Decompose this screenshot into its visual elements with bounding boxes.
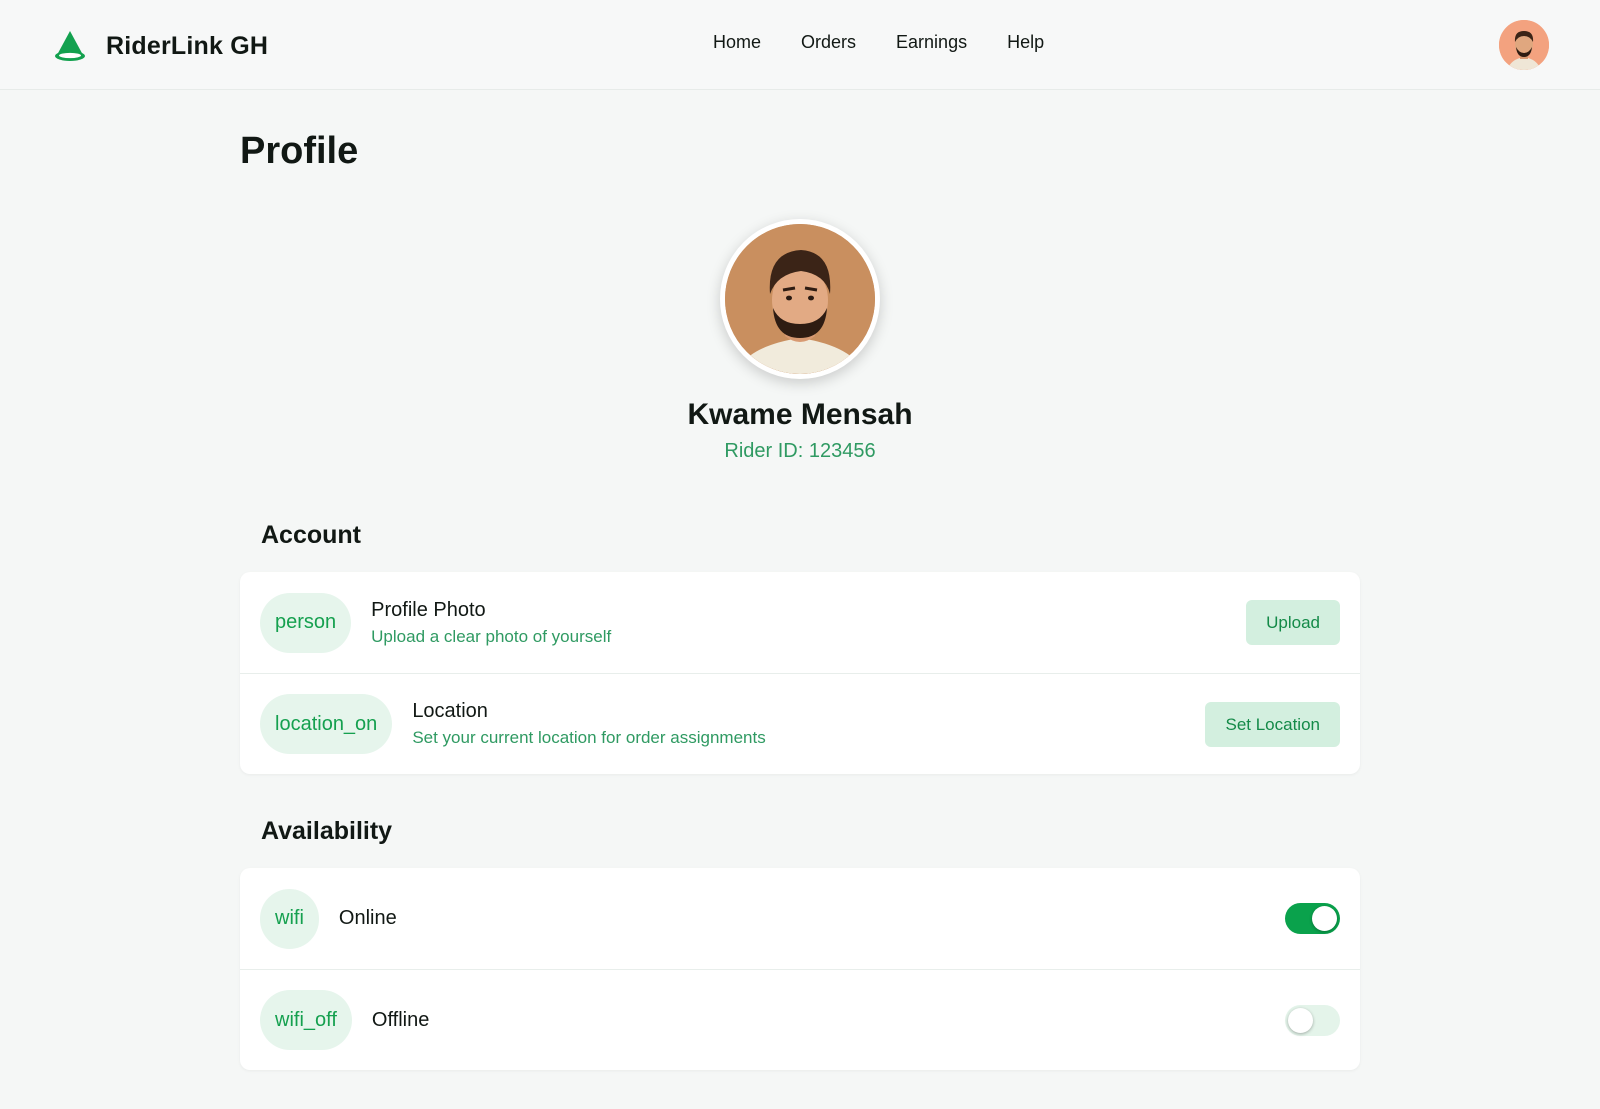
profile-name: Kwame Mensah	[687, 398, 913, 431]
brand[interactable]: RiderLink GH	[52, 26, 268, 66]
avatar-illustration	[1499, 20, 1549, 70]
online-toggle[interactable]	[1285, 903, 1340, 934]
online-row: wifi Online	[240, 868, 1360, 969]
location-row: location_on Location Set your current lo…	[240, 673, 1360, 774]
toggle-knob	[1288, 1008, 1313, 1033]
nav-home[interactable]: Home	[713, 32, 761, 53]
profile-photo	[720, 219, 880, 379]
row-title: Location	[412, 700, 488, 722]
app-name: RiderLink GH	[106, 31, 269, 60]
row-label: Offline	[371, 1008, 430, 1031]
cone-logo-icon	[55, 31, 85, 61]
row-title: Profile Photo	[371, 598, 486, 621]
page-title: Profile	[240, 130, 359, 172]
profile-photo-row: person Profile Photo Upload a clear phot…	[240, 572, 1360, 673]
row-subtitle: Set your current location for order assi…	[412, 728, 766, 747]
main-nav: Home Orders Earnings Help	[713, 32, 1044, 53]
user-avatar[interactable]	[1499, 20, 1549, 70]
location-icon: location_on	[260, 694, 393, 754]
wifi-off-icon: wifi_off	[260, 990, 352, 1050]
toggle-knob	[1312, 906, 1337, 931]
nav-earnings[interactable]: Earnings	[896, 32, 967, 53]
offline-row: wifi_off Offline	[240, 969, 1360, 1070]
person-icon: person	[260, 592, 352, 653]
account-card: person Profile Photo Upload a clear phot…	[240, 572, 1360, 774]
row-label: Online	[338, 907, 397, 929]
nav-help[interactable]: Help	[1007, 32, 1044, 53]
upload-button[interactable]: Upload	[1246, 600, 1340, 645]
rider-id: Rider ID: 123456	[724, 440, 876, 462]
offline-toggle[interactable]	[1285, 1005, 1340, 1036]
availability-card: wifi Online wifi_off Offline	[240, 868, 1360, 1070]
account-heading: Account	[261, 521, 361, 549]
set-location-button[interactable]: Set Location	[1205, 702, 1340, 747]
nav-orders[interactable]: Orders	[801, 32, 856, 53]
wifi-icon: wifi	[260, 888, 319, 949]
row-subtitle: Upload a clear photo of yourself	[371, 626, 612, 646]
profile-illustration	[725, 224, 875, 374]
availability-heading: Availability	[261, 817, 393, 845]
top-navbar: RiderLink GH Home Orders Earnings Help	[0, 0, 1600, 90]
